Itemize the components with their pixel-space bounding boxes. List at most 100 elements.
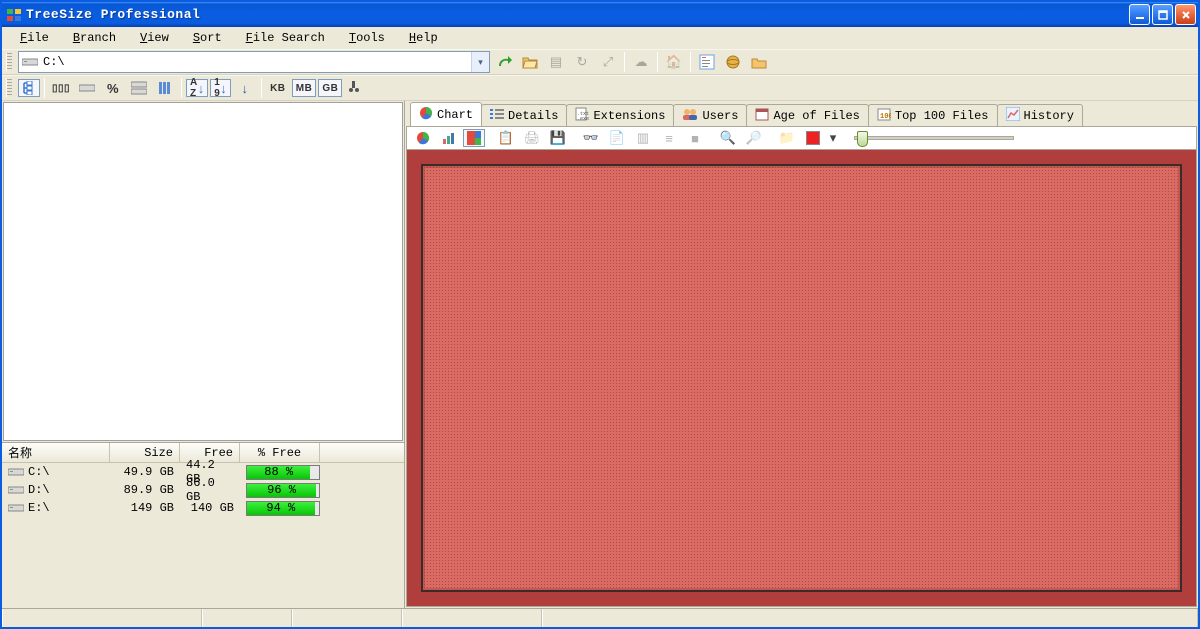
chart-toolbar: 📋 🖨 💾 👓 📄 ▥ ≡ ■ 🔍 🔎 📁 ▾ [406,126,1197,150]
save-icon[interactable]: 💾 [546,127,570,149]
col-size-header[interactable]: Size [110,443,180,462]
drive-name: C:\ [2,465,110,479]
toolbar-grip[interactable] [6,53,12,71]
copy-icon[interactable]: 📋 [494,127,518,149]
address-combo[interactable]: C:\ ▾ [18,51,490,73]
page-button[interactable]: ▤ [544,51,568,73]
tab-details[interactable]: Details [481,104,567,126]
drive-size: 89.9 GB [110,483,180,497]
maximize-button[interactable] [1152,4,1173,25]
globe-button[interactable] [721,51,745,73]
zoom-out-icon[interactable]: 🔎 [742,127,766,149]
tab-users[interactable]: Users [673,104,747,126]
separator [44,78,45,98]
col-pct-header[interactable]: % Free [240,443,320,462]
toggle-3d-icon[interactable]: 👓 [579,127,603,149]
drive-pct: 96 % [240,483,326,498]
svg-text:100: 100 [880,113,891,121]
slider-thumb[interactable] [857,131,868,147]
menu-file[interactable]: File [8,29,61,47]
unit-gb-button[interactable]: GB [318,79,342,97]
tree-view[interactable] [3,102,403,441]
title-bar: TreeSize Professional [2,2,1198,27]
drive-row[interactable]: E:\149 GB140 GB94 % [2,499,404,517]
drive-view-button[interactable] [75,77,99,99]
status-cell [2,609,202,627]
grid-icon[interactable]: ▥ [631,127,655,149]
treemap-block[interactable] [421,164,1182,592]
block-icon[interactable]: ■ [683,127,707,149]
drive-row[interactable]: D:\89.9 GB86.0 GB96 % [2,481,404,499]
tab-label: Details [508,109,558,123]
stacked-drive-button[interactable] [127,77,151,99]
tree-view-button[interactable] [18,79,40,97]
separator [690,52,691,72]
separator [843,128,844,148]
menu-help[interactable]: Help [397,29,450,47]
ruler-icon[interactable]: ≡ [657,127,681,149]
go-button[interactable] [492,51,516,73]
close-button[interactable] [1175,4,1196,25]
unit-kb-button[interactable]: KB [266,77,290,99]
tab-top-100-files[interactable]: 100Top 100 Files [868,104,998,126]
sort-down-button[interactable]: ↓ [233,77,257,99]
tab-history[interactable]: History [997,104,1083,126]
tab-extensions[interactable]: .txt.exeExtensions [566,104,674,126]
menu-branch[interactable]: Branch [61,29,128,47]
doc-icon[interactable]: 📄 [605,127,629,149]
color-dropdown[interactable]: ▾ [827,127,839,149]
chart-treemap-icon[interactable] [463,129,485,147]
menu-bar: File Branch View Sort File Search Tools … [2,27,1198,49]
ext-icon: .txt.exe [575,107,589,125]
separator [574,128,575,148]
refresh-button[interactable]: ↻ [570,51,594,73]
zoom-in-icon[interactable]: 🔍 [716,127,740,149]
percent-button[interactable]: % [101,77,125,99]
tab-label: Users [702,109,738,123]
menu-tools[interactable]: Tools [337,29,397,47]
menu-view[interactable]: View [128,29,181,47]
menu-file-search[interactable]: File Search [234,29,337,47]
left-pane: 名称 Size Free % Free C:\49.9 GB44.2 GB88 … [2,101,405,608]
drive-pct: 88 % [240,465,326,480]
address-dropdown[interactable]: ▾ [471,52,489,72]
cluster-button[interactable] [344,77,368,99]
col-name-header[interactable]: 名称 [2,443,110,462]
drive-icon [19,57,41,67]
folder-icon[interactable]: 📁 [775,127,799,149]
cloud-button[interactable]: ☁ [629,51,653,73]
options-button[interactable] [695,51,719,73]
address-value: C:\ [41,55,471,69]
expand-button[interactable]: ⤢ [596,51,620,73]
separator [711,128,712,148]
print-icon[interactable]: 🖨 [520,127,544,149]
chart-pie-icon[interactable] [411,127,435,149]
depth-slider[interactable] [854,136,1014,140]
users-icon [682,107,698,125]
sort-19-button[interactable]: 19↓ [210,79,231,97]
sort-az-button[interactable]: AZ↓ [186,79,208,97]
treemap-chart[interactable] [406,150,1197,607]
window-title: TreeSize Professional [26,7,1129,22]
separator [489,128,490,148]
open-button[interactable] [518,51,542,73]
bars-view-button[interactable]: ▯▯▯ [49,77,73,99]
tab-chart[interactable]: Chart [410,102,482,126]
unit-mb-button[interactable]: MB [292,79,317,97]
separator [624,52,625,72]
status-bar [2,608,1198,627]
tab-age-of-files[interactable]: Age of Files [746,104,868,126]
folder-find-button[interactable] [747,51,771,73]
right-pane: Chart Details .txt.exeExtensions Users Age o… [406,102,1197,607]
menu-sort[interactable]: Sort [181,29,234,47]
color-swatch[interactable] [801,127,825,149]
toolbar-grip[interactable] [6,79,12,97]
minimize-button[interactable] [1129,4,1150,25]
address-toolbar: C:\ ▾ ▤ ↻ ⤢ ☁ 🏠 [2,49,1198,75]
pie-icon [419,106,433,124]
status-cell [542,609,1198,627]
home-button[interactable]: 🏠 [662,51,686,73]
separator [181,78,182,98]
chart-bar-icon[interactable] [437,127,461,149]
columns-button[interactable] [153,77,177,99]
